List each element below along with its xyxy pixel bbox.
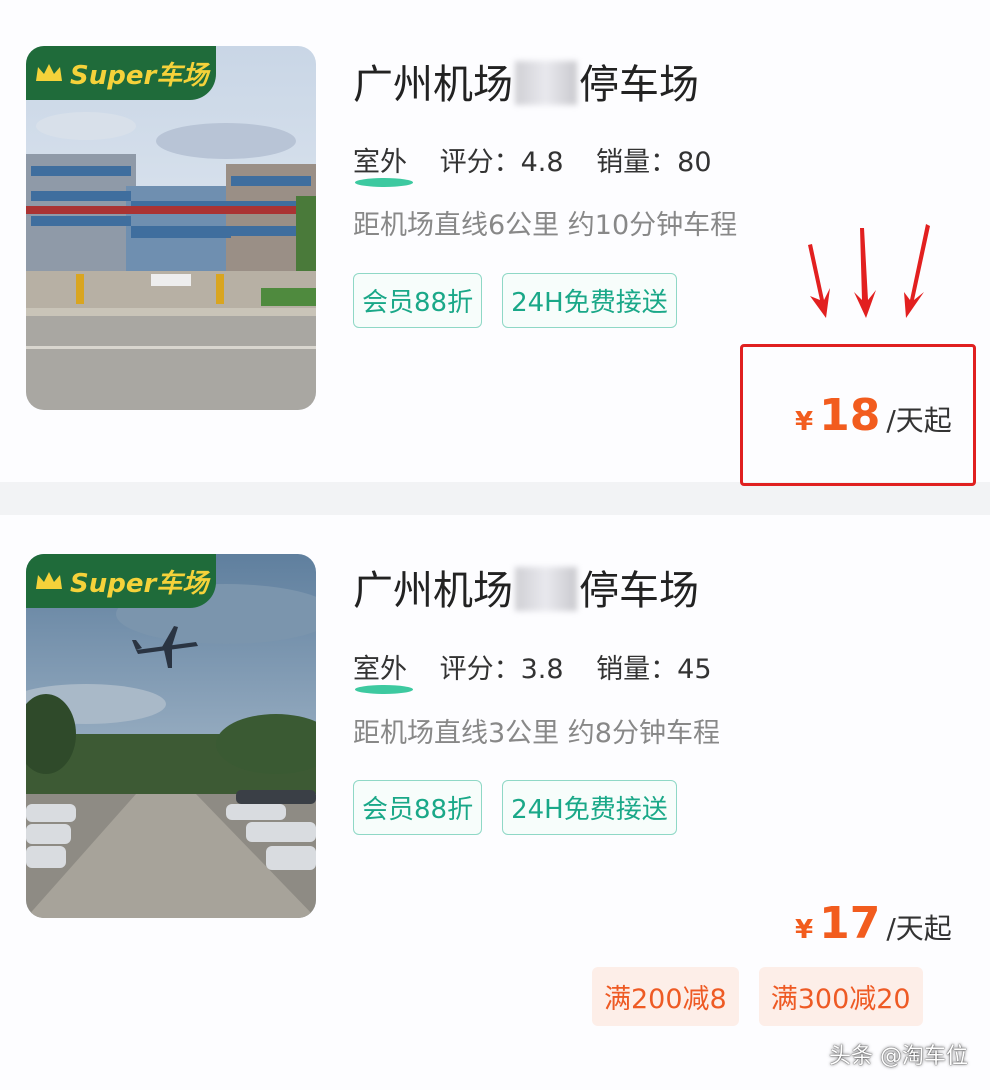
parking-card-1[interactable]: Super车场 广州机场 停车场 室外 评分：4.8 销量：80 距机场直线6公里… <box>0 0 990 486</box>
down-arrow-icon <box>854 228 876 318</box>
price-unit: /天起 <box>886 404 952 437</box>
rating-value: 4.8 <box>520 147 564 178</box>
type-label: 室外 <box>353 647 413 694</box>
distance-info: 距机场直线6公里 约10分钟车程 <box>353 210 738 241</box>
price: ¥17/天起 <box>795 898 952 949</box>
parking-title[interactable]: 广州机场 停车场 <box>353 52 699 110</box>
price-unit: /天起 <box>886 912 952 945</box>
down-arrow-icon <box>808 244 830 318</box>
title-suffix: 停车场 <box>579 568 699 614</box>
tag-free-shuttle: 24H免费接送 <box>502 273 677 328</box>
title-prefix: 广州机场 <box>353 568 513 614</box>
building-image <box>26 46 316 410</box>
sales-label: 销量： <box>596 147 678 178</box>
tag-free-shuttle: 24H免费接送 <box>502 780 677 835</box>
currency-symbol: ¥ <box>795 407 814 437</box>
down-arrow-icon <box>904 224 930 318</box>
type-underline <box>355 178 413 187</box>
super-parking-badge: Super车场 <box>26 46 216 100</box>
parking-card-2[interactable]: Super车场 广州机场 停车场 室外 评分：3.8 销量：45 距机场直线3公里… <box>0 515 990 1090</box>
tag-member-discount: 会员88折 <box>353 273 483 328</box>
parking-photo-building[interactable]: Super车场 <box>26 46 316 410</box>
parking-meta: 室外 评分：3.8 销量：45 <box>353 647 712 694</box>
promo-list: 满200减8 满300减20 <box>592 967 923 1026</box>
sales-value: 80 <box>677 147 712 178</box>
type-underline <box>355 685 413 694</box>
crown-icon <box>36 64 62 81</box>
price-value: 17 <box>819 898 881 949</box>
parking-title[interactable]: 广州机场 停车场 <box>353 558 699 616</box>
redacted-blur <box>515 61 577 105</box>
crown-icon <box>36 572 62 589</box>
parking-photo-lot[interactable]: Super车场 <box>26 554 316 918</box>
parking-lot-image <box>26 554 316 918</box>
promo-coupon-300[interactable]: 满300减20 <box>758 967 923 1026</box>
parking-meta: 室外 评分：4.8 销量：80 <box>353 140 712 187</box>
super-parking-badge: Super车场 <box>26 554 216 608</box>
annotation-arrows <box>808 224 930 318</box>
price-value: 18 <box>819 390 881 441</box>
sales-value: 45 <box>677 654 712 685</box>
badge-label: Super车场 <box>70 568 209 599</box>
badge-label: Super车场 <box>70 60 209 91</box>
tag-list: 会员88折 24H免费接送 <box>353 273 677 328</box>
tag-list: 会员88折 24H免费接送 <box>353 780 677 835</box>
title-prefix: 广州机场 <box>353 62 513 108</box>
currency-symbol: ¥ <box>795 915 814 945</box>
redacted-blur <box>515 567 577 611</box>
title-suffix: 停车场 <box>579 62 699 108</box>
rating-label: 评分： <box>439 147 521 178</box>
sales-label: 销量： <box>596 654 678 685</box>
promo-coupon-200[interactable]: 满200减8 <box>592 967 739 1026</box>
rating-value: 3.8 <box>520 654 564 685</box>
watermark: 头条 @淘车位 <box>829 1044 968 1069</box>
type-label: 室外 <box>353 140 413 187</box>
tag-member-discount: 会员88折 <box>353 780 483 835</box>
price: ¥18/天起 <box>795 390 952 441</box>
rating-label: 评分： <box>439 654 521 685</box>
distance-info: 距机场直线3公里 约8分钟车程 <box>353 718 720 749</box>
